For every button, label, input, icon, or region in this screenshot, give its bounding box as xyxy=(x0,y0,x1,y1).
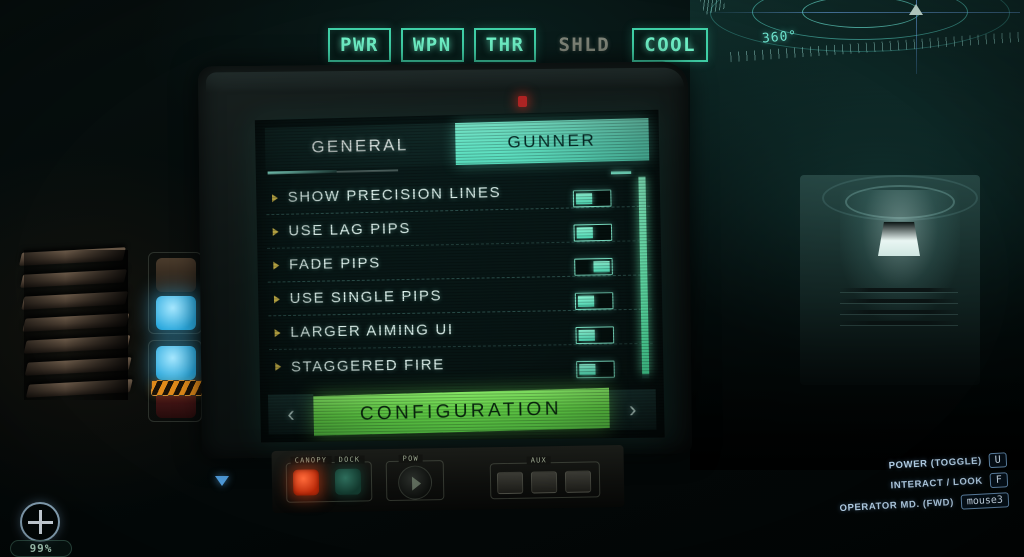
aux-button-3[interactable] xyxy=(564,470,592,493)
keybind-action-label: INTERACT / LOOK xyxy=(890,475,984,492)
toggle-show-precision-lines[interactable] xyxy=(572,189,612,208)
switch-upper-b-lit[interactable] xyxy=(156,296,196,330)
power-button-pwr[interactable]: PWR xyxy=(328,28,391,62)
tab-general[interactable]: GENERAL xyxy=(264,123,456,170)
tab-underline-accent xyxy=(267,169,337,175)
health-plus-icon-horizontal xyxy=(28,521,53,524)
down-arrow-icon xyxy=(215,476,229,486)
game-viewport: 360° PWR WPN THR SHLD COOL GENERAL GUNNE… xyxy=(0,0,1024,557)
option-label: LARGER AIMING UI xyxy=(290,321,454,341)
toggle-knob xyxy=(577,295,595,307)
option-label: USE LAG PIPS xyxy=(288,220,412,240)
option-label: STAGGERED FIRE xyxy=(290,355,446,376)
switch-upper-a[interactable] xyxy=(156,258,196,292)
toggle-use-lag-pips[interactable] xyxy=(573,223,613,242)
option-label: SHOW PRECISION LINES xyxy=(287,183,502,206)
corridor-vent-slats xyxy=(840,288,958,336)
toggle-knob xyxy=(576,227,593,239)
power-dial[interactable] xyxy=(397,465,433,500)
bullet-icon xyxy=(273,294,280,303)
aux-group-label: AUX xyxy=(526,456,552,465)
mfd-screen[interactable]: GENERAL GUNNER SHOW PRECISION LINES USE … xyxy=(254,109,665,443)
toggle-use-single-pips[interactable] xyxy=(574,292,614,310)
toggle-larger-aiming-ui[interactable] xyxy=(575,326,615,345)
aux-button-group: AUX xyxy=(489,456,601,500)
canopy-dock-group: CANOPY DOCK xyxy=(285,455,373,503)
tab-underline-track xyxy=(336,169,399,173)
options-list: SHOW PRECISION LINES USE LAG PIPS FADE P… xyxy=(265,172,654,384)
screen-page-nav: ‹ CONFIGURATION › xyxy=(267,387,657,436)
health-percent-label: 99% xyxy=(10,540,72,557)
canopy-button[interactable] xyxy=(292,469,320,496)
power-button-thr[interactable]: THR xyxy=(473,28,537,62)
corridor-lamp xyxy=(878,222,920,256)
option-row-staggered-fire[interactable]: STAGGERED FIRE xyxy=(269,344,653,384)
dock-button[interactable] xyxy=(334,468,362,495)
left-wall-vent xyxy=(18,247,133,402)
prev-page-button[interactable]: ‹ xyxy=(267,394,315,435)
toggle-knob xyxy=(578,329,595,342)
bullet-icon xyxy=(275,362,282,371)
toggle-knob xyxy=(579,363,596,376)
corridor-ceiling-ring-inner xyxy=(845,185,955,219)
toggle-knob xyxy=(593,260,610,273)
next-page-button[interactable]: › xyxy=(609,389,657,431)
bullet-icon xyxy=(272,227,279,236)
pow-group-label: POW xyxy=(398,454,423,463)
keybind-action-label: OPERATOR MD. (FWD) xyxy=(839,497,955,515)
tab-gunner[interactable]: GUNNER xyxy=(455,118,650,166)
aux-button-1[interactable] xyxy=(496,471,524,495)
keybind-operator-mode: OPERATOR MD. (FWD) mouse3 xyxy=(839,492,1010,516)
bullet-icon xyxy=(274,328,281,337)
keybind-action-label: POWER (TOGGLE) xyxy=(888,455,983,472)
screen-tab-bar: GENERAL GUNNER xyxy=(264,118,650,170)
toggle-staggered-fire[interactable] xyxy=(576,360,615,379)
toggle-fade-pips[interactable] xyxy=(574,257,613,276)
red-status-led xyxy=(518,96,527,107)
keybind-key-badge: mouse3 xyxy=(960,492,1010,510)
hazard-stripe-indicator xyxy=(151,380,205,396)
dock-group-label: DOCK xyxy=(334,455,365,464)
page-title: CONFIGURATION xyxy=(313,387,610,436)
option-label: FADE PIPS xyxy=(288,254,382,274)
aux-button-2[interactable] xyxy=(530,471,558,494)
power-button-cool[interactable]: COOL xyxy=(632,28,709,62)
toggle-knob xyxy=(575,192,593,205)
power-dial-group: POW xyxy=(385,454,445,502)
keybind-key-badge: F xyxy=(989,472,1009,489)
keybind-key-badge: U xyxy=(988,452,1008,469)
canopy-group-label: CANOPY xyxy=(290,456,332,465)
switch-lower-a-lit[interactable] xyxy=(156,346,196,380)
keybind-interact-look: INTERACT / LOOK F xyxy=(890,472,1009,493)
keybind-hints: POWER (TOGGLE) U INTERACT / LOOK F OPERA… xyxy=(787,452,1010,518)
power-button-wpn[interactable]: WPN xyxy=(400,28,464,62)
power-distribution-bar: PWR WPN THR SHLD COOL xyxy=(328,26,709,64)
health-indicator: 99% xyxy=(10,502,76,557)
option-label: USE SINGLE PIPS xyxy=(289,287,443,308)
switch-group-upper xyxy=(148,252,202,334)
bullet-icon xyxy=(271,193,279,202)
lower-cockpit-panel: CANOPY DOCK POW AUX xyxy=(271,444,625,514)
power-button-shld[interactable]: SHLD xyxy=(546,28,622,62)
bullet-icon xyxy=(273,261,280,270)
